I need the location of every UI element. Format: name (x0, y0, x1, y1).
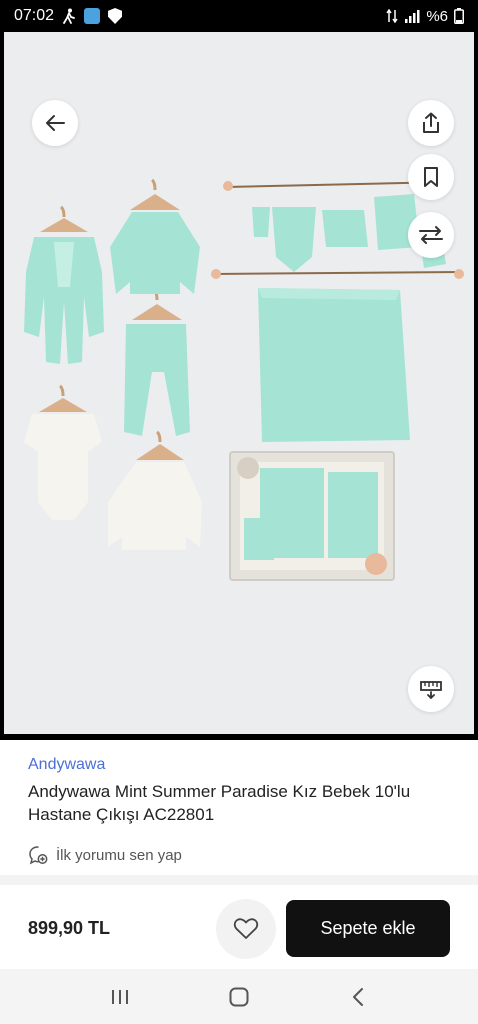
shield-icon (108, 8, 123, 24)
recent-apps-icon (111, 989, 128, 1004)
bookmark-icon (424, 167, 438, 187)
system-nav-bar (0, 969, 478, 1024)
back-button[interactable] (32, 100, 78, 146)
compare-button[interactable] (408, 212, 454, 258)
data-signal-icon (386, 9, 398, 23)
home-button[interactable] (219, 977, 259, 1017)
review-prompt: İlk yorumu sen yap (56, 846, 182, 864)
price: 899,90 TL (28, 918, 111, 938)
bookmark-button[interactable] (408, 154, 454, 200)
write-review-link[interactable]: İlk yorumu sen yap (28, 845, 182, 865)
product-image-area[interactable] (0, 32, 478, 740)
ruler-icon (420, 681, 442, 699)
product-info: Andywawa Andywawa Mint Summer Paradise K… (0, 740, 478, 880)
compare-arrows-icon (419, 226, 443, 244)
heart-icon (233, 918, 259, 939)
recent-apps-button[interactable] (100, 977, 140, 1017)
add-to-cart-button[interactable]: Sepete ekle (286, 900, 450, 957)
favorite-button[interactable] (216, 899, 276, 959)
product-photo-illustration (4, 32, 474, 734)
nav-back-button[interactable] (338, 977, 378, 1017)
share-button[interactable] (408, 100, 454, 146)
size-guide-button[interactable] (408, 666, 454, 712)
status-time: 07:02 (14, 7, 55, 24)
status-right: %6 (386, 8, 464, 25)
walking-icon (62, 8, 76, 24)
brand-link[interactable]: Andywawa (28, 756, 105, 774)
product-title: Andywawa Mint Summer Paradise Kız Bebek … (28, 782, 411, 824)
battery-icon (454, 8, 464, 24)
app-notification-icon (84, 8, 101, 24)
battery-text: %6 (426, 7, 448, 25)
purchase-bar: 899,90 TL Sepete ekle (0, 885, 478, 969)
back-icon (353, 987, 364, 1006)
share-icon (423, 112, 439, 133)
comment-add-icon (29, 846, 48, 865)
product-image[interactable] (4, 32, 474, 734)
back-arrow-icon (46, 115, 65, 131)
status-bar: 07:02 %6 (0, 0, 478, 32)
home-icon (229, 987, 249, 1006)
cell-signal-icon (404, 9, 420, 23)
status-left: 07:02 (14, 7, 123, 25)
section-divider (0, 875, 478, 885)
